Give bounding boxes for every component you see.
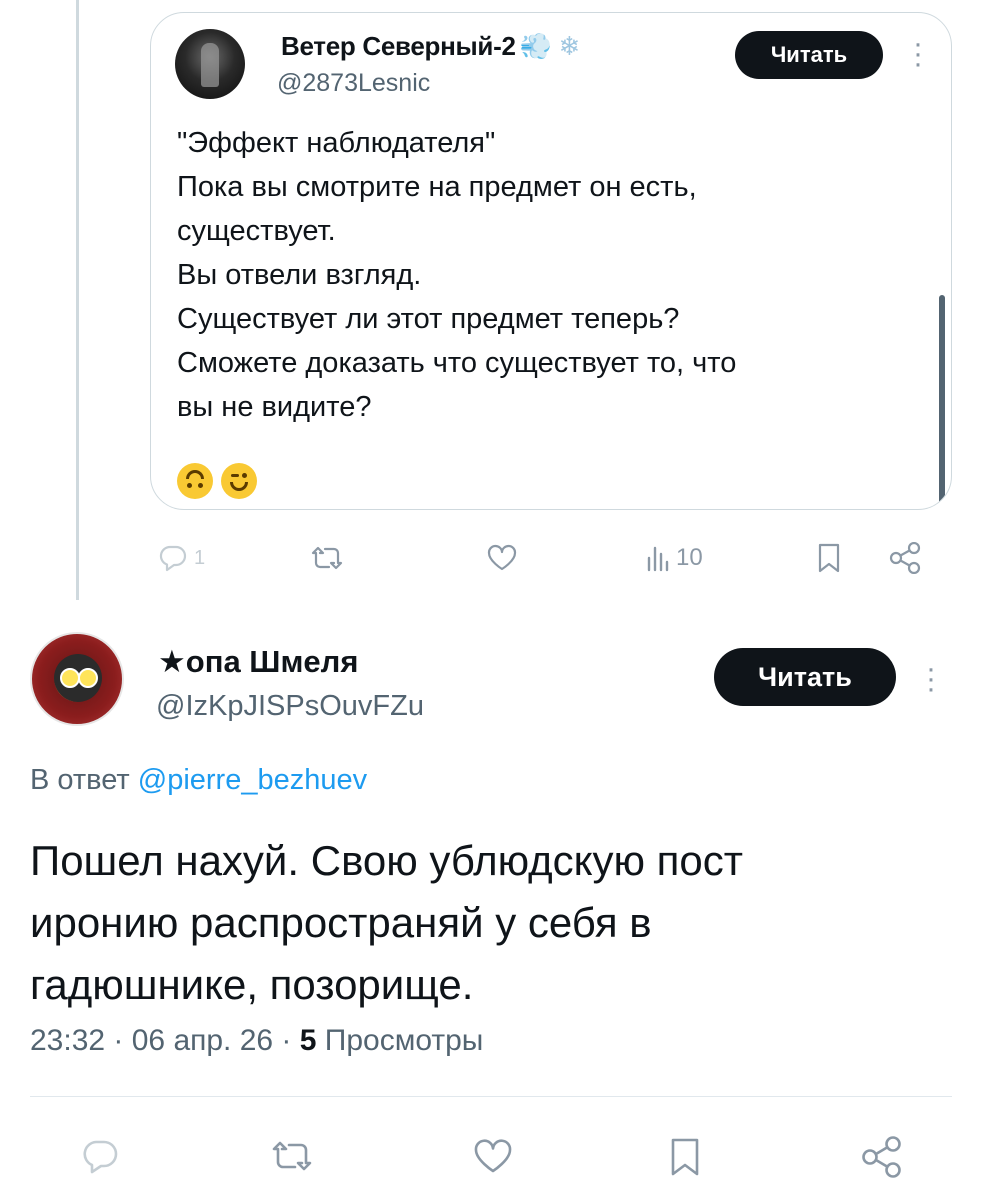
parent-actions-bar: 1 10 — [150, 536, 950, 586]
upside-down-face-icon — [177, 463, 213, 499]
parent-handle[interactable]: @2873Lesnic — [277, 69, 430, 98]
reply-avatar[interactable] — [30, 632, 124, 726]
parent-reply-button[interactable]: 1 — [158, 544, 205, 572]
reply-context-prefix: В ответ — [30, 764, 130, 796]
reply-tweet-text: Пошел нахуй. Свою ублюдскую пост иронию … — [30, 830, 950, 1016]
card-scrollbar[interactable] — [939, 295, 945, 509]
retweet-icon — [270, 1138, 314, 1174]
reply-text-line: гадюшнике, позорище. — [30, 961, 474, 1008]
parent-share-button[interactable] — [888, 542, 922, 574]
heart-icon — [486, 544, 518, 572]
retweet-button[interactable] — [270, 1138, 314, 1174]
reply-icon — [80, 1138, 120, 1174]
views-icon — [646, 544, 670, 572]
parent-text-line: существует. — [177, 215, 336, 247]
reply-icon — [158, 544, 188, 572]
parent-name-text: Ветер Северный-2 — [281, 31, 516, 61]
parent-more-icon[interactable]: · · · — [913, 29, 923, 79]
parent-text-line: вы не видите? — [177, 391, 372, 423]
reply-follow-button[interactable]: Читать — [714, 648, 896, 706]
reply-timestamp[interactable]: 23:32 · 06 апр. 26 · — [30, 1024, 300, 1057]
divider — [30, 1096, 952, 1097]
reply-metadata: 23:32 · 06 апр. 26 · 5 Просмотры — [30, 1024, 483, 1058]
parent-follow-button[interactable]: Читать — [735, 31, 883, 79]
parent-emoji-row — [177, 463, 257, 499]
bookmark-button[interactable] — [668, 1136, 702, 1178]
parent-bookmark-button[interactable] — [816, 542, 842, 574]
parent-reply-count: 1 — [194, 546, 206, 569]
winking-face-icon — [221, 463, 257, 499]
reply-actions-bar — [0, 1128, 982, 1188]
like-button[interactable] — [472, 1138, 514, 1174]
parent-text-line: Пока вы смотрите на предмет он есть, — [177, 171, 697, 203]
reply-text-line: иронию распространяй у себя в — [30, 899, 652, 946]
parent-text-line: "Эффект наблюдателя" — [177, 127, 496, 159]
parent-name-emoji: 💨 ❄ — [519, 31, 581, 61]
parent-views-button[interactable]: 10 — [646, 544, 703, 572]
bookmark-icon — [816, 542, 842, 574]
reply-more-icon[interactable]: · · · — [926, 654, 936, 704]
reply-views-label: Просмотры — [316, 1024, 484, 1057]
reply-display-name[interactable]: ★опа Шмеля — [158, 644, 358, 680]
reply-target-link[interactable]: @pierre_bezhuev — [138, 764, 367, 796]
bookmark-icon — [668, 1136, 702, 1178]
parent-retweet-button[interactable] — [310, 544, 344, 572]
parent-avatar[interactable] — [175, 29, 245, 99]
parent-tweet-card[interactable]: Ветер Северный-2 💨 ❄ @2873Lesnic Читать ·… — [150, 12, 952, 510]
reply-views-count: 5 — [299, 1024, 317, 1057]
reply-handle[interactable]: @IzKpJISPsOuvFZu — [156, 690, 424, 723]
share-button[interactable] — [860, 1136, 904, 1178]
heart-icon — [472, 1138, 514, 1174]
reply-text-line: Пошел нахуй. Свою ублюдскую пост — [30, 837, 744, 884]
parent-display-name[interactable]: Ветер Северный-2 💨 ❄ — [281, 31, 580, 62]
parent-like-button[interactable] — [486, 544, 518, 572]
reply-context: В ответ @pierre_bezhuev — [30, 764, 367, 797]
share-icon — [860, 1136, 904, 1178]
share-icon — [888, 542, 922, 574]
reply-button[interactable] — [80, 1138, 120, 1174]
thread-connector-line — [76, 0, 79, 600]
retweet-icon — [310, 544, 344, 572]
parent-views-count: 10 — [676, 544, 703, 571]
parent-text-line: Сможете доказать что существует то, что — [177, 347, 737, 379]
parent-text-line: Существует ли этот предмет теперь? — [177, 303, 680, 335]
parent-text-line: Вы отвели взгляд. — [177, 259, 422, 291]
parent-tweet-text: "Эффект наблюдателя" Пока вы смотрите на… — [177, 121, 937, 429]
